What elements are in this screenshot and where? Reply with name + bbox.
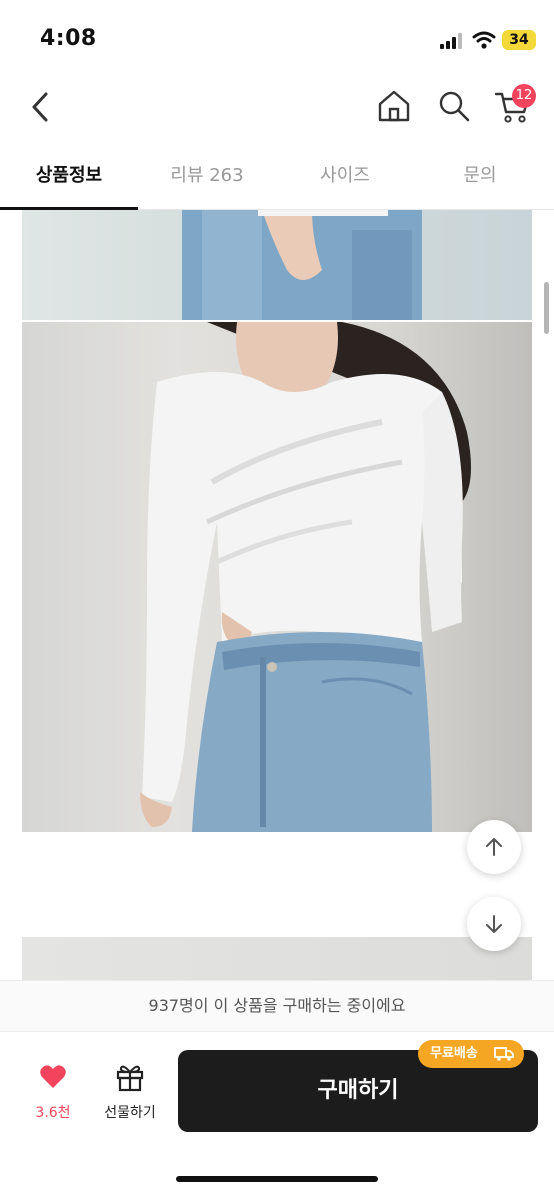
tab-product-info[interactable]: 상품정보 [0, 150, 138, 210]
product-photo-jeans-closeup [22, 210, 532, 320]
scrollbar[interactable] [544, 282, 549, 334]
tab-inquiry[interactable]: 문의 [414, 150, 546, 210]
cellular-signal-icon [440, 33, 464, 49]
bottom-action-bar: 3.6천 선물하기 구매하기 무료배송 [0, 1032, 554, 1200]
gift-label: 선물하기 [104, 1105, 156, 1121]
arrow-down-icon [486, 915, 502, 933]
battery-level: 34 [509, 32, 529, 48]
status-time: 4:08 [40, 26, 97, 51]
truck-icon [494, 1047, 514, 1061]
product-photo-white-top [22, 322, 532, 832]
search-icon[interactable] [436, 88, 472, 124]
free-shipping-label: 무료배송 [430, 1046, 478, 1061]
like-count: 3.6천 [35, 1105, 71, 1121]
scroll-down-button[interactable] [467, 897, 521, 951]
top-nav [0, 72, 554, 142]
tab-size[interactable]: 사이즈 [276, 150, 414, 210]
home-icon[interactable] [376, 88, 412, 124]
battery-icon: 34 [502, 30, 536, 50]
cart-count-badge: 12 [512, 84, 536, 108]
heart-icon [40, 1065, 66, 1088]
free-shipping-badge: 무료배송 [418, 1040, 524, 1068]
product-photo-next [22, 937, 532, 980]
back-icon[interactable] [26, 90, 56, 124]
tab-reviews[interactable]: 리뷰 263 [138, 150, 276, 210]
status-bar: 4:08 34 [0, 0, 554, 72]
scroll-up-button[interactable] [467, 820, 521, 874]
product-detail-content[interactable] [0, 210, 554, 980]
home-indicator [176, 1176, 378, 1182]
gift-icon [116, 1065, 144, 1092]
like-button[interactable]: 3.6천 [24, 1060, 82, 1130]
gift-button[interactable]: 선물하기 [94, 1060, 166, 1130]
purchase-activity-notice: 937명이 이 상품을 구매하는 중이에요 [0, 980, 554, 1032]
wifi-icon [472, 31, 496, 49]
arrow-up-icon [486, 838, 502, 856]
product-tabs: 상품정보 리뷰 263 사이즈 문의 [0, 150, 554, 210]
